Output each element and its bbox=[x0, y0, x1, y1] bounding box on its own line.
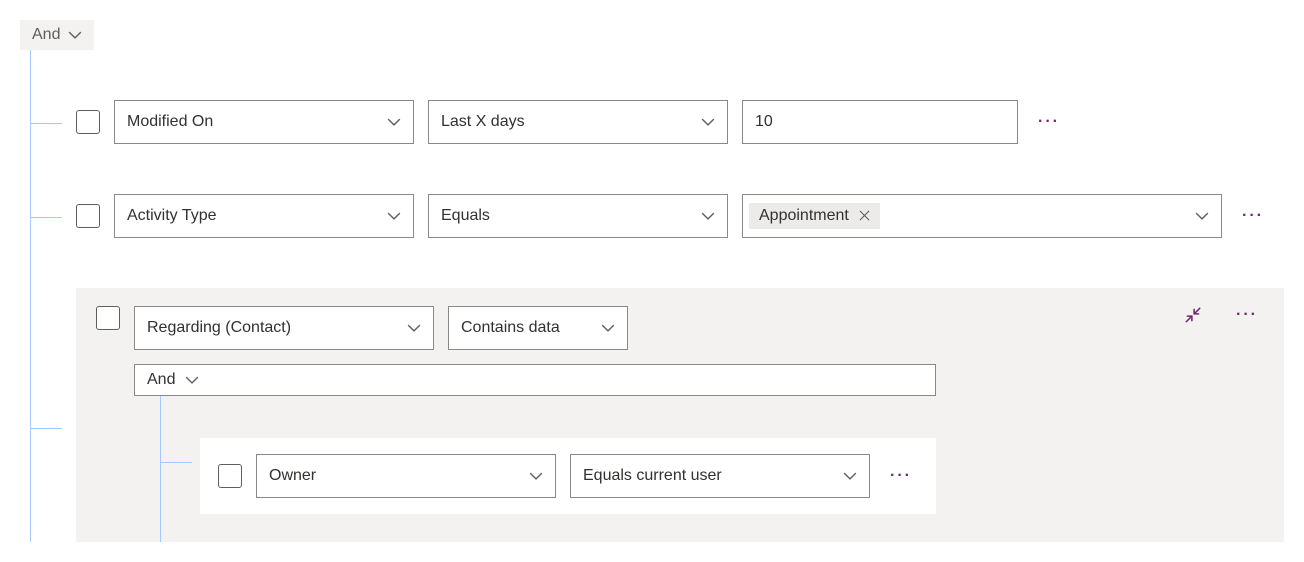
related-field-select[interactable]: Regarding (Contact) bbox=[134, 306, 434, 350]
collapse-group-icon[interactable] bbox=[1184, 306, 1202, 324]
tree-connector bbox=[160, 462, 192, 463]
row-checkbox[interactable] bbox=[218, 464, 242, 488]
chevron-down-icon bbox=[701, 209, 715, 223]
row-checkbox[interactable] bbox=[76, 110, 100, 134]
chevron-down-icon bbox=[843, 469, 857, 483]
root-operator-dropdown[interactable]: And bbox=[20, 20, 94, 50]
chevron-down-icon bbox=[601, 321, 615, 335]
chevron-down-icon bbox=[68, 28, 82, 42]
chevron-down-icon bbox=[1195, 209, 1209, 223]
related-operator-select[interactable]: Contains data bbox=[448, 306, 628, 350]
value-tag-input[interactable]: Appointment bbox=[742, 194, 1222, 238]
operator-select[interactable]: Equals current user bbox=[570, 454, 870, 498]
operator-label: Equals current user bbox=[583, 467, 722, 485]
value-chip-label: Appointment bbox=[759, 207, 849, 225]
field-label: Regarding (Contact) bbox=[147, 319, 291, 337]
group-more-button[interactable]: ··· bbox=[1230, 307, 1264, 323]
operator-label: Contains data bbox=[461, 319, 560, 337]
tree-connector bbox=[30, 123, 62, 124]
related-entity-group: Regarding (Contact) Contains data bbox=[76, 288, 1284, 542]
nested-operator-dropdown[interactable]: And bbox=[134, 364, 936, 396]
operator-label: Last X days bbox=[441, 113, 525, 131]
row-more-button[interactable]: ··· bbox=[1032, 114, 1066, 130]
chevron-down-icon bbox=[387, 115, 401, 129]
field-select[interactable]: Activity Type bbox=[114, 194, 414, 238]
row-more-button[interactable]: ··· bbox=[1236, 208, 1270, 224]
chevron-down-icon bbox=[387, 209, 401, 223]
value-input[interactable] bbox=[742, 100, 1018, 144]
tree-connector bbox=[30, 217, 62, 218]
row-more-button[interactable]: ··· bbox=[884, 468, 918, 484]
field-label: Modified On bbox=[127, 113, 213, 131]
operator-select[interactable]: Equals bbox=[428, 194, 728, 238]
value-chip: Appointment bbox=[749, 203, 880, 229]
operator-select[interactable]: Last X days bbox=[428, 100, 728, 144]
tree-connector bbox=[30, 428, 62, 429]
chevron-down-icon bbox=[529, 469, 543, 483]
field-select[interactable]: Owner bbox=[256, 454, 556, 498]
nested-operator-label: And bbox=[147, 371, 175, 389]
field-label: Owner bbox=[269, 467, 316, 485]
field-select[interactable]: Modified On bbox=[114, 100, 414, 144]
chevron-down-icon bbox=[407, 321, 421, 335]
chevron-down-icon bbox=[701, 115, 715, 129]
row-checkbox[interactable] bbox=[76, 204, 100, 228]
field-label: Activity Type bbox=[127, 207, 217, 225]
chevron-down-icon bbox=[185, 373, 199, 387]
operator-label: Equals bbox=[441, 207, 490, 225]
chip-remove-icon[interactable] bbox=[859, 208, 870, 224]
root-operator-label: And bbox=[32, 26, 60, 44]
row-checkbox[interactable] bbox=[96, 306, 120, 330]
